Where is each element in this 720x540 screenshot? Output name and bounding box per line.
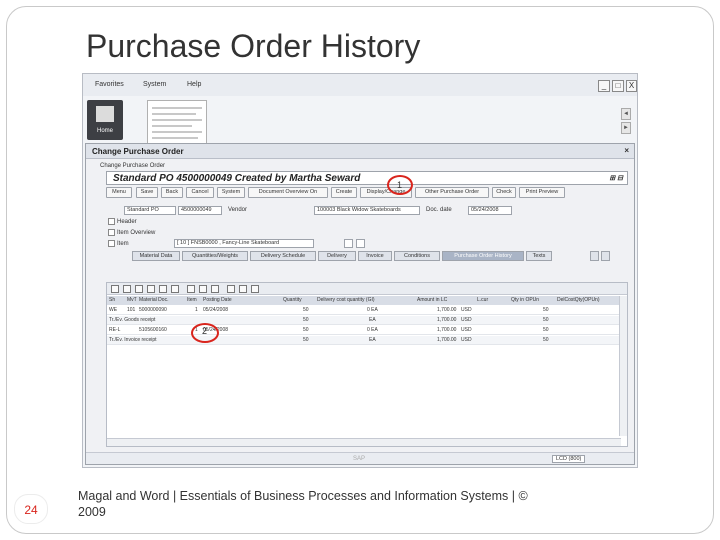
col-header[interactable]: Delivery cost quantity (GI) [317,297,375,303]
status-system-field[interactable]: LCD (800) [552,455,586,463]
page-number: 24 [24,503,38,517]
col-header[interactable]: Material Doc. [139,297,168,303]
item-select[interactable]: [ 10 ] FNSB0000 , Fancy-Line Skateboard [174,239,314,248]
print-icon[interactable] [187,285,195,293]
tab-material-data[interactable]: Material Data [132,251,180,261]
callout-2: 2 [202,326,208,336]
save-button[interactable]: Save [136,187,158,198]
sap-screenshot: Favorites System Help _ □ X Home ◄ ► Cha… [82,73,638,468]
slide-title: Purchase Order History [86,28,421,64]
tab-delivery[interactable]: Delivery [318,251,356,261]
dialog-subtitle: Change Purchase Order [100,163,166,169]
tab-scroll-right-icon[interactable] [601,251,610,261]
grid-toolbar [107,283,627,295]
po-number-field[interactable]: 4500000049 [178,206,222,215]
tab-invoice[interactable]: Invoice [358,251,392,261]
print-preview-button[interactable]: Print Preview [519,187,565,198]
item-overview-toggle[interactable]: Item Overview [108,229,155,236]
po-title-bar: Standard PO 4500000049 Created by Martha… [106,171,628,185]
tab-conditions[interactable]: Conditions [394,251,440,261]
tab-texts[interactable]: Texts [526,251,552,261]
item-tabs: Material Data Quantities/Weights Deliver… [132,251,628,262]
col-header[interactable]: Posting Date [203,297,232,303]
menu-bar: Favorites System Help _ □ X [83,74,637,96]
next-item-icon[interactable] [356,239,365,248]
doc-date-label: Doc. date [426,207,452,213]
export-icon[interactable] [199,285,207,293]
item-toggle[interactable]: Item [108,240,129,247]
slide-footer: Magal and Word | Essentials of Business … [78,489,528,519]
sort-ascending-icon[interactable] [123,285,131,293]
home-tile-label: Home [96,128,113,134]
check-button[interactable]: Check [492,187,516,198]
tab-delivery-schedule[interactable]: Delivery Schedule [250,251,316,261]
sum-icon[interactable] [159,285,167,293]
expand-icon [108,229,115,236]
cancel-button[interactable]: Cancel [186,187,214,198]
sap-logo: SAP [353,456,366,462]
document-thumbnail[interactable] [147,100,207,144]
tab-scroll-left-icon[interactable] [590,251,599,261]
grid-header-row: Sh MvT Material Doc. Item Posting Date Q… [107,296,627,305]
col-header[interactable]: Quantity [283,297,302,303]
dialog-title: Change Purchase Order × [86,144,634,159]
layout-icon[interactable] [211,285,219,293]
subtotal-icon[interactable] [171,285,179,293]
expand-icon [108,218,115,225]
grid-vertical-scrollbar[interactable] [619,296,627,436]
col-header[interactable]: MvT [127,297,137,303]
col-header[interactable]: Sh [109,297,115,303]
col-header[interactable]: Amount in LC [417,297,447,303]
header-toggle[interactable]: Header [108,218,137,225]
display-icon[interactable] [227,285,235,293]
table-row[interactable]: RE-L 5105600160 1 05/24/2008 50 0 EA 1,7… [107,326,627,335]
callout-1: 1 [397,180,403,190]
close-icon[interactable]: × [624,146,629,155]
home-icon [96,106,114,122]
minimize-button[interactable]: _ [598,80,610,92]
change-po-dialog: Change Purchase Order × Change Purchase … [85,143,635,465]
document-overview-button[interactable]: Document Overview On [248,187,328,198]
refresh-icon[interactable] [251,285,259,293]
scroll-left-icon[interactable]: ◄ [621,108,631,120]
expand-icon [108,240,115,247]
home-tile[interactable]: Home [87,100,123,140]
table-row[interactable]: Tr./Ev. Invoice receipt 50 EA 1,700.00 U… [107,336,627,345]
col-header[interactable]: L.cur [477,297,488,303]
maximize-button[interactable]: □ [612,80,624,92]
menu-system[interactable]: System [143,81,166,88]
other-po-button[interactable]: Other Purchase Order [415,187,489,198]
menu-favorites[interactable]: Favorites [95,81,124,88]
table-row[interactable]: Tr./Ev. Goods receipt 50 EA 1,700.00 USD… [107,316,627,325]
doc-type-select[interactable]: Standard PO [124,206,176,215]
vendor-field[interactable]: 100003 Black Widow Skateboards [314,206,420,215]
prev-item-icon[interactable] [344,239,353,248]
vendor-label: Vendor [228,207,248,213]
table-row[interactable]: WE 101 5000000090 1 05/24/2008 50 0 EA 1… [107,306,627,315]
sort-descending-icon[interactable] [135,285,143,293]
tab-quantities-weights[interactable]: Quantities/Weights [182,251,248,261]
col-header[interactable]: DelCostQty(OPUn) [557,297,600,303]
menu-help[interactable]: Help [187,81,201,88]
doc-date-field[interactable]: 05/24/2008 [468,206,512,215]
create-button[interactable]: Create [331,187,357,198]
grid-horizontal-scrollbar[interactable] [107,438,621,446]
col-header[interactable]: Item [187,297,197,303]
dialog-toolbar: Menu Save Back Cancel System Document Ov… [106,187,628,199]
scroll-right-icon[interactable]: ► [621,122,631,134]
po-history-grid: Sh MvT Material Doc. Item Posting Date Q… [106,282,628,447]
back-button[interactable]: Back [161,187,183,198]
layout-icon[interactable]: ⊞ ⊟ [609,174,623,182]
close-window-button[interactable]: X [626,80,637,92]
details-icon[interactable] [111,285,119,293]
graphic-icon[interactable] [239,285,247,293]
col-header[interactable]: Qty in OPUn [511,297,539,303]
tab-purchase-order-history[interactable]: Purchase Order History [442,251,524,261]
filter-icon[interactable] [147,285,155,293]
system-button[interactable]: System [217,187,245,198]
menu-button[interactable]: Menu [106,187,132,198]
